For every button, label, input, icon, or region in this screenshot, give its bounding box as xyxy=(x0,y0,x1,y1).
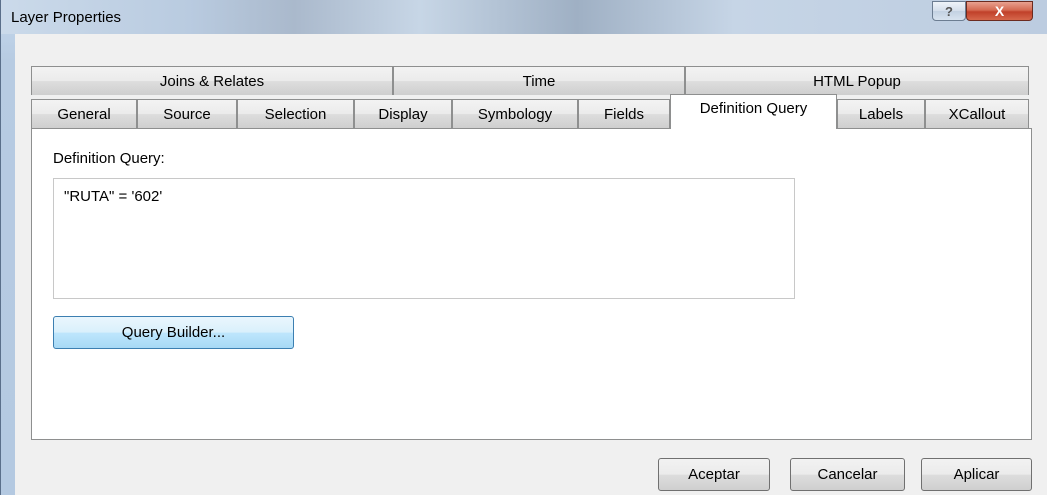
tab-symbology[interactable]: Symbology xyxy=(452,99,578,128)
tab-joins-relates[interactable]: Joins & Relates xyxy=(31,66,393,95)
tab-label: Joins & Relates xyxy=(159,72,265,90)
definition-query-textarea[interactable]: "RUTA" = '602' xyxy=(53,178,795,299)
help-icon: ? xyxy=(945,3,953,19)
close-button[interactable]: X xyxy=(966,1,1033,21)
tab-label: Time xyxy=(522,72,556,90)
tab-general[interactable]: General xyxy=(31,99,137,128)
tab-label: Selection xyxy=(264,105,327,123)
cancel-button[interactable]: Cancelar xyxy=(790,458,905,491)
ok-label: Aceptar xyxy=(688,466,740,483)
tab-xcallout[interactable]: XCallout xyxy=(925,99,1029,128)
tab-label: Fields xyxy=(603,105,644,123)
definition-query-label: Definition Query: xyxy=(53,150,165,167)
help-button[interactable]: ? xyxy=(932,1,966,21)
title-bar[interactable]: Layer Properties ? X xyxy=(1,0,1047,34)
ok-button[interactable]: Aceptar xyxy=(658,458,770,491)
tab-label: Source xyxy=(163,105,211,123)
panel-content: Definition Query: "RUTA" = '602' Query B… xyxy=(31,128,1032,440)
tab-selection[interactable]: Selection xyxy=(237,99,354,128)
tab-fields[interactable]: Fields xyxy=(578,99,670,128)
tab-html-popup[interactable]: HTML Popup xyxy=(685,66,1029,95)
layer-properties-window: Layer Properties ? X Joins & Relates Tim… xyxy=(0,0,1047,495)
tab-labels[interactable]: Labels xyxy=(837,99,925,128)
dialog-client-area: Joins & Relates Time HTML Popup General … xyxy=(15,34,1047,495)
tab-label: XCallout xyxy=(948,105,1006,123)
tab-definition-query[interactable]: Definition Query xyxy=(670,94,837,129)
query-text: "RUTA" = '602' xyxy=(64,188,163,205)
tab-label: HTML Popup xyxy=(813,72,901,90)
tab-label: Labels xyxy=(858,105,904,123)
window-title: Layer Properties xyxy=(11,9,122,26)
query-builder-button[interactable]: Query Builder... xyxy=(53,316,294,349)
query-builder-label: Query Builder... xyxy=(121,324,226,341)
cancel-label: Cancelar xyxy=(817,466,878,483)
tab-label: Display xyxy=(378,105,428,123)
tab-label: General xyxy=(57,105,111,123)
apply-label: Aplicar xyxy=(953,466,1000,483)
tab-source[interactable]: Source xyxy=(137,99,237,128)
tab-time[interactable]: Time xyxy=(393,66,685,95)
tab-label: Symbology xyxy=(477,105,553,123)
tab-display[interactable]: Display xyxy=(354,99,452,128)
tab-label: Definition Query xyxy=(699,99,808,117)
close-icon: X xyxy=(994,3,1005,19)
apply-button[interactable]: Aplicar xyxy=(921,458,1032,491)
